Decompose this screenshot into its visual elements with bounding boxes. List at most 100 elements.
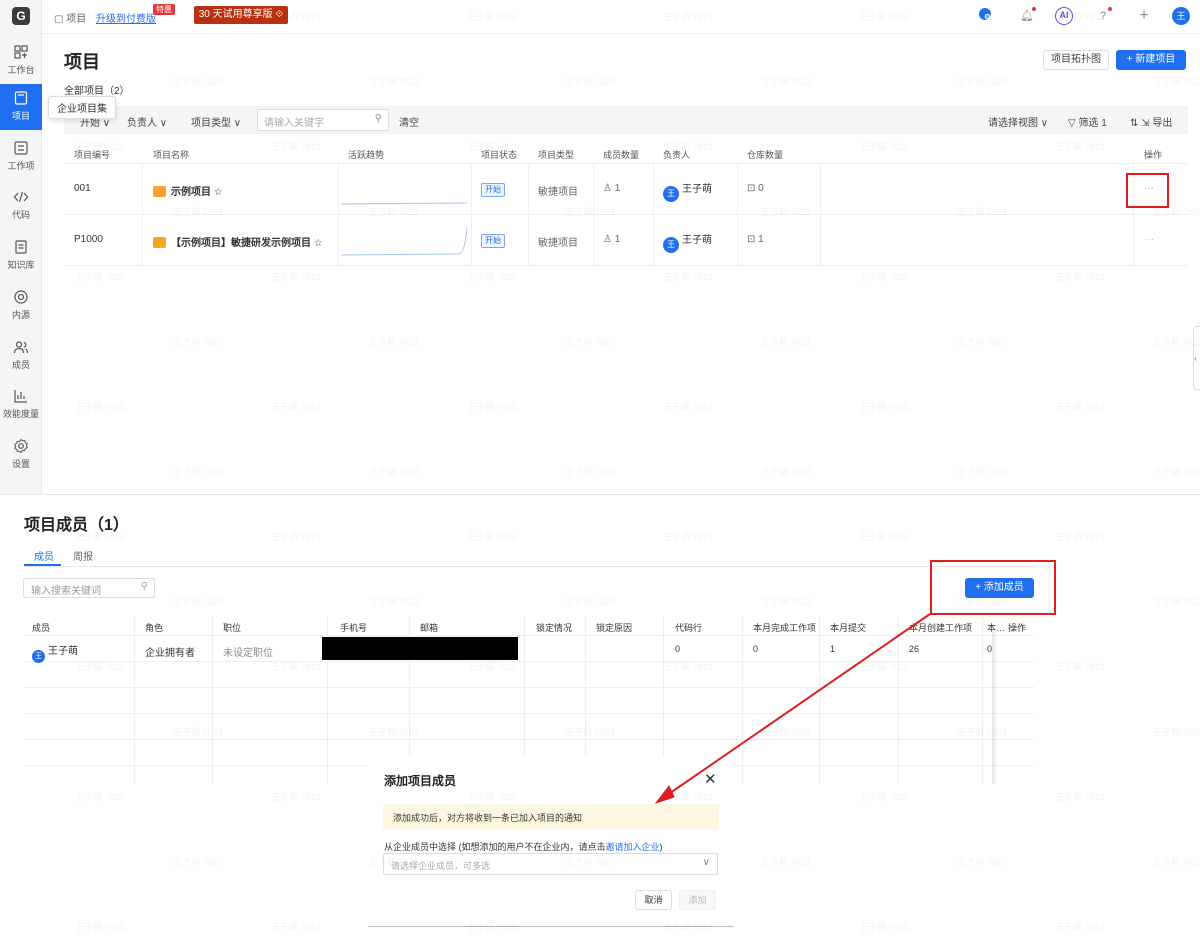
filter-button[interactable]: ▽ 筛选 1 [1068, 114, 1107, 129]
watermark-text: 王子萌 7623 [1055, 792, 1105, 802]
owner: 王王子萌 [663, 180, 712, 202]
code-icon [13, 191, 29, 203]
watermark-text: 王子萌 7623 [957, 857, 1007, 867]
column-header: 成员 [32, 623, 51, 633]
sidebar-item-workbench[interactable]: 工作台 [0, 38, 42, 84]
watermark-text: 王子萌 7623 [1055, 922, 1105, 932]
watermark-text: 王子萌 7623 [271, 792, 321, 802]
new-project-button[interactable]: + 新建项目 [1116, 50, 1186, 70]
sidebar-item-projects[interactable]: 项目 [0, 84, 42, 130]
collapse-handle[interactable]: ‹ [1193, 326, 1200, 390]
project-id: P1000 [74, 234, 103, 245]
activity-sparkline [341, 226, 467, 256]
book-icon [15, 240, 27, 254]
table-row[interactable]: P1000 【示例项目】敏捷研发示例项目 ☆ 开始 敏捷项目 ♙ 1 王王子萌 … [64, 215, 1188, 266]
person-icon: ♙ [603, 183, 615, 194]
repo-count: ⊡ 1 [747, 234, 764, 245]
sidebar-item-members[interactable]: 成员 [0, 333, 42, 379]
topology-button[interactable]: 项目拓扑图 [1043, 50, 1109, 70]
watermark-text: 王子萌 7623 [75, 792, 125, 802]
status-badge: 开始 [481, 234, 505, 248]
project-icon [153, 186, 166, 197]
upgrade-link[interactable]: 升级到付费版 [96, 10, 156, 25]
sidebar-item-work-items[interactable]: 工作项 [0, 134, 42, 180]
table-row[interactable]: 王王子萌 企业拥有者 未设定职位 0 0 1 26 0 [24, 636, 1034, 663]
ai-icon[interactable]: AI [1055, 7, 1073, 25]
cancel-button[interactable]: 取消 [635, 890, 672, 910]
gear-icon [14, 438, 28, 454]
trial-button[interactable]: 30 天试用尊享版 ⟐ [194, 6, 288, 24]
column-header: 项目状态 [481, 150, 518, 160]
add-member-dialog: 添加项目成员 ✕ 添加成功后，对方将收到一条已加入项目的通知 从企业成员中选择 … [368, 756, 734, 928]
owner-filter[interactable]: 负责人 ∨ [127, 114, 167, 129]
all-projects-label[interactable]: 全部项目（2） [64, 82, 130, 97]
sidebar: G 工作台 项目 工作项 代码 知识库 内源 成员 效能度量 设置 [0, 0, 42, 494]
search-icon: ⚲ [140, 581, 148, 592]
sidebar-item-code[interactable]: 代码 [0, 183, 42, 229]
tooltip: 企业项目集 [48, 96, 116, 119]
project-type: 敏捷项目 [538, 187, 578, 198]
sidebar-item-metrics[interactable]: 效能度量 [0, 382, 42, 428]
confirm-add-button[interactable]: 添加 [679, 890, 716, 910]
table-header: 成员 角色 职位 手机号 邮箱 锁定情况 锁定原因 代码行 本月完成工作项 本月… [24, 616, 1034, 636]
help-dot [1108, 7, 1112, 11]
sidebar-item-knowledge[interactable]: 知识库 [0, 233, 42, 279]
column-header: 成员数量 [603, 150, 640, 160]
column-header: 锁定原因 [596, 623, 633, 633]
table-row [24, 662, 1034, 688]
breadcrumb[interactable]: ▢ 项目 [54, 10, 86, 25]
done-items: 0 [753, 644, 759, 654]
column-header: 项目类型 [538, 150, 575, 160]
tab-divider [24, 566, 1034, 567]
sidebar-item-settings[interactable]: 设置 [0, 432, 42, 478]
created-items: 26 [909, 644, 920, 654]
notice-banner: 添加成功后，对方将收到一条已加入项目的通知 [383, 804, 719, 829]
column-header: 本月提交 [830, 623, 867, 633]
watermark-text: 王子萌 7623 [173, 597, 223, 607]
repo-count: ⊡ 0 [747, 183, 764, 194]
table-header: 项目编号 项目名称 活跃趋势 项目状态 项目类型 成员数量 负责人 仓库数量 操… [64, 140, 1188, 164]
app-logo: G [12, 7, 30, 25]
type-filter[interactable]: 项目类型 ∨ [191, 114, 241, 129]
plus-icon[interactable]: + [1135, 7, 1153, 25]
sidebar-item-inner-source[interactable]: 内源 [0, 283, 42, 329]
export-button[interactable]: ⇅ ⇲ 导出 [1130, 114, 1172, 129]
people-icon [13, 341, 29, 354]
sidebar-item-label: 成员 [11, 360, 30, 370]
column-header: 操作 [1144, 150, 1163, 160]
table-row [24, 714, 1034, 740]
sidebar-item-label: 知识库 [7, 260, 35, 270]
tab-weekly-report[interactable]: 周报 [73, 548, 93, 563]
column-header: 本月完成工作项 [753, 623, 817, 633]
column-header: 角色 [145, 623, 164, 633]
watermark-text: 王子萌 7623 [1153, 597, 1200, 607]
view-select[interactable]: 请选择视图 ∨ [988, 114, 1048, 129]
close-icon[interactable]: ✕ [704, 770, 717, 788]
more-actions-button[interactable]: ··· [1144, 234, 1154, 245]
project-search-input[interactable]: 请输入关键字 ⚲ [257, 109, 389, 131]
tab-members[interactable]: 成员 [34, 548, 54, 563]
member-name: 王王子萌 [32, 642, 78, 663]
redaction-block [322, 637, 518, 660]
highlight-box [1126, 173, 1169, 208]
avatar: 王 [663, 186, 679, 202]
member-select-label: 从企业成员中选择 (如想添加的用户不在企业内，请点击邀请加入企业) [384, 842, 663, 852]
member-select[interactable]: 请选择企业成员，可多选 ∨ [383, 853, 718, 875]
user-avatar[interactable]: 王 [1172, 7, 1190, 25]
member-search-input[interactable]: 输入搜索关键词 ⚲ [23, 578, 155, 598]
table-row[interactable]: 001 示例项目 ☆ 开始 敏捷项目 ♙ 1 王王子萌 ⊡ 0 ··· [64, 164, 1188, 215]
project-name-link[interactable]: 【示例项目】敏捷研发示例项目 ☆ [153, 234, 323, 249]
clear-filter-link[interactable]: 清空 [399, 114, 419, 129]
column-header: 活跃趋势 [348, 150, 385, 160]
scroll-shadow [992, 630, 998, 784]
person-icon: ♙ [603, 234, 615, 245]
members-title: 项目成员（1） [24, 517, 129, 534]
project-name-link[interactable]: 示例项目 ☆ [153, 183, 223, 198]
column-header: 职位 [223, 623, 242, 633]
watermark-text: 王子萌 7623 [173, 857, 223, 867]
watermark-text: 王子萌 7623 [271, 922, 321, 932]
column-header: 邮箱 [420, 623, 439, 633]
status-icon[interactable] [976, 7, 994, 25]
project-icon [153, 237, 166, 248]
invite-link[interactable]: 邀请加入企业 [606, 842, 660, 852]
